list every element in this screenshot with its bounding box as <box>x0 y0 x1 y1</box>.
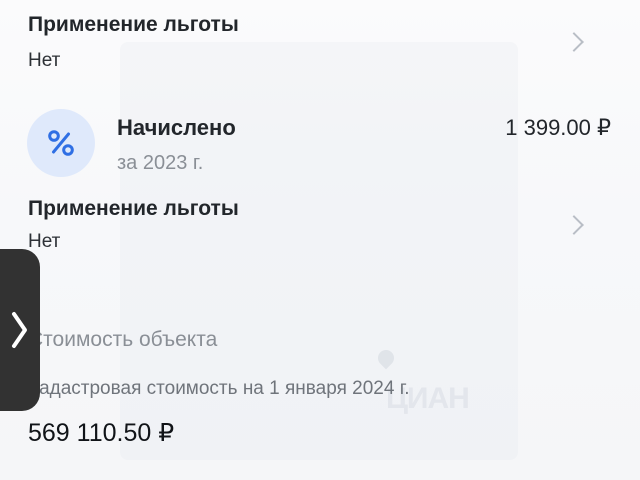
property-value-section-title: Стоимость объекта <box>28 328 218 351</box>
percent-icon <box>27 109 95 177</box>
tax-details-screen: ЦИАН Применение льготы Нет Начислено за … <box>0 0 640 480</box>
accrual-row: Начислено за 2023 г. 1 399.00 ₽ <box>0 98 640 190</box>
benefit-application-title: Применение льготы <box>28 13 239 36</box>
benefit-application-title: Применение льготы <box>28 197 239 220</box>
accrued-period: за 2023 г. <box>117 152 204 174</box>
cadastral-value-amount: 569 110.50 ₽ <box>28 419 175 447</box>
chevron-right-icon[interactable] <box>564 215 584 235</box>
cadastral-value-label: Кадастровая стоимость на 1 января 2024 г… <box>28 378 410 399</box>
benefit-application-row-first[interactable]: Применение льготы Нет <box>0 0 640 84</box>
benefit-application-row-second[interactable]: Применение льготы Нет <box>0 183 640 267</box>
benefit-application-value: Нет <box>28 50 61 71</box>
chevron-right-icon <box>12 312 27 348</box>
accrued-title: Начислено <box>117 115 236 140</box>
benefit-application-value: Нет <box>28 231 61 252</box>
side-panel-handle[interactable] <box>0 249 40 411</box>
chevron-right-icon[interactable] <box>564 32 584 52</box>
accrued-amount: 1 399.00 ₽ <box>505 115 611 140</box>
